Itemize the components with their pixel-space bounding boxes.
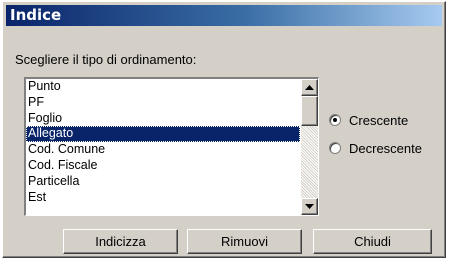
list-item[interactable]: Particella (26, 174, 300, 190)
window-title: Indice (10, 6, 62, 24)
list-items: Punto PF Foglio Allegato Cod. Comune Cod… (26, 79, 300, 205)
list-item[interactable]: Est (26, 190, 300, 206)
arrow-up-icon (305, 85, 314, 90)
scroll-down-button[interactable] (301, 198, 318, 215)
list-item[interactable]: Cod. Comune (26, 142, 300, 158)
sort-field-listbox[interactable]: Punto PF Foglio Allegato Cod. Comune Cod… (24, 77, 319, 216)
scroll-up-button[interactable] (301, 79, 318, 96)
sort-type-prompt: Scegliere il tipo di ordinamento: (15, 52, 197, 67)
radio-unchecked-icon[interactable] (329, 142, 341, 154)
arrow-down-icon (305, 204, 314, 209)
indice-dialog: Indice Scegliere il tipo di ordinamento:… (2, 1, 446, 258)
vertical-scrollbar[interactable] (301, 79, 318, 215)
indicizza-button[interactable]: Indicizza (63, 229, 178, 254)
title-bar[interactable]: Indice (6, 5, 442, 26)
radio-checked-icon[interactable] (329, 114, 341, 126)
list-item[interactable]: Cod. Fiscale (26, 158, 300, 174)
radio-crescente-label: Crescente (349, 112, 409, 128)
radio-decrescente-label: Decrescente (349, 140, 422, 156)
list-item[interactable]: PF (26, 95, 300, 111)
sort-order-group: Crescente Decrescente (329, 112, 422, 168)
list-item-selected[interactable]: Allegato (26, 126, 300, 143)
list-item[interactable]: Punto (26, 79, 300, 95)
radio-decrescente[interactable]: Decrescente (329, 140, 422, 156)
chiudi-button[interactable]: Chiudi (313, 229, 432, 254)
rimuovi-button[interactable]: Rimuovi (187, 229, 302, 254)
radio-crescente[interactable]: Crescente (329, 112, 422, 128)
list-item[interactable]: Foglio (26, 111, 300, 127)
scroll-thumb[interactable] (301, 96, 318, 126)
